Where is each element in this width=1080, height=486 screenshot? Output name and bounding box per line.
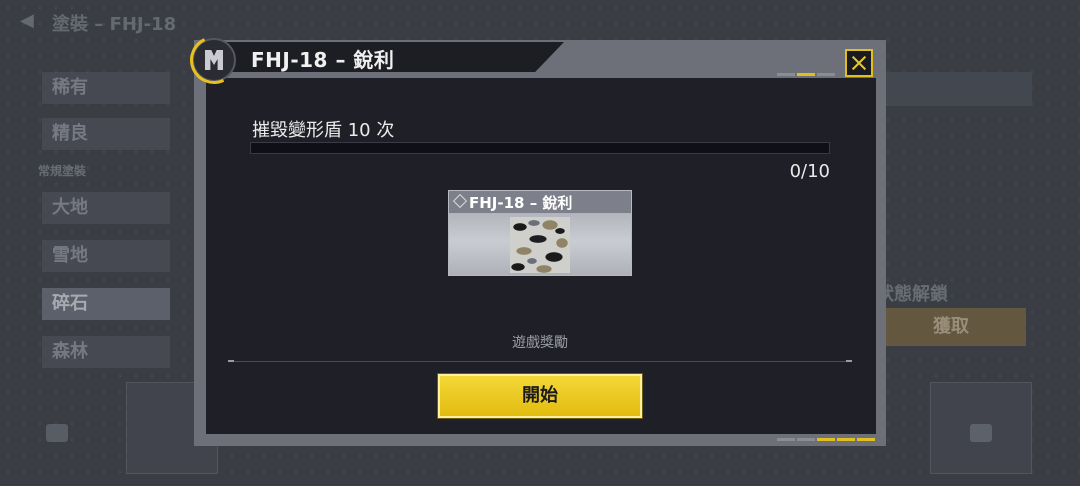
- bg-header-bar: [878, 72, 1032, 106]
- reward-name: FHJ-18 – 銳利: [469, 194, 573, 212]
- bg-obtain-button[interactable]: 獲取: [876, 308, 1026, 346]
- close-button[interactable]: [845, 49, 873, 77]
- dialog-title: FHJ-18 – 銳利: [251, 48, 395, 72]
- deco-dash: [817, 438, 835, 441]
- lock-icon: [46, 424, 68, 442]
- deco-dash: [797, 438, 815, 441]
- camo-skin-preview: [510, 217, 570, 273]
- bg-unlock-label: 狀態解鎖: [876, 284, 948, 305]
- divider: [228, 360, 852, 362]
- progress-bar: [250, 142, 830, 154]
- reward-caption: 遊戲獎勵: [512, 335, 568, 351]
- lock-icon: [970, 424, 992, 442]
- deco-dash: [837, 438, 855, 441]
- reward-header: FHJ-18 – 銳利: [449, 191, 631, 213]
- deco-dash: [857, 438, 875, 441]
- progress-count: 0/10: [789, 161, 830, 182]
- mode-emblem-icon: [192, 38, 236, 82]
- bg-tab-3[interactable]: 雪地: [42, 240, 170, 272]
- emblem-glyph: [205, 50, 223, 70]
- deco-dash: [777, 73, 795, 76]
- background-title: 塗裝 – FHJ-18: [52, 14, 177, 35]
- task-description: 摧毀變形盾 10 次: [252, 120, 395, 141]
- start-button[interactable]: 開始: [438, 374, 642, 418]
- bg-tab-4[interactable]: 碎石: [42, 288, 170, 320]
- bg-category-label: 常規塗裝: [38, 164, 87, 178]
- bg-tab-0[interactable]: 稀有: [42, 72, 170, 104]
- bg-tab-1[interactable]: 精良: [42, 118, 170, 150]
- bg-tab-2[interactable]: 大地: [42, 192, 170, 224]
- bg-tab-5[interactable]: 森林: [42, 336, 170, 368]
- deco-dash: [797, 73, 815, 76]
- rarity-diamond-icon: [452, 193, 468, 209]
- back-arrow-icon[interactable]: ◀: [20, 10, 34, 31]
- deco-dash: [777, 438, 795, 441]
- reward-card[interactable]: FHJ-18 – 銳利: [448, 190, 632, 276]
- deco-dash: [817, 73, 835, 76]
